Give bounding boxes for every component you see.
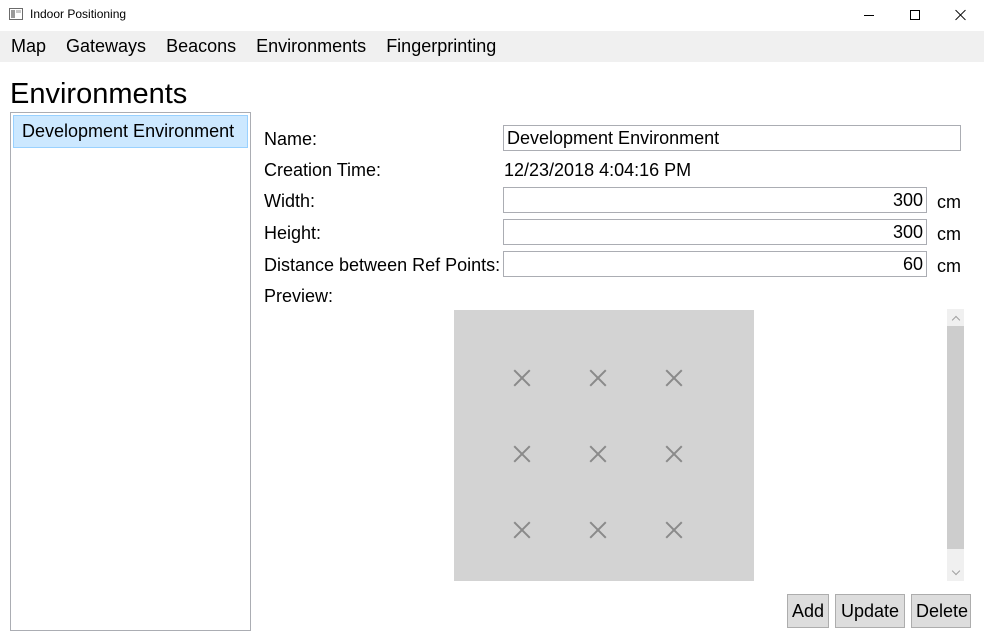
- x-mark-icon: [513, 521, 531, 539]
- scroll-thumb[interactable]: [947, 326, 964, 549]
- name-label: Name:: [264, 129, 318, 149]
- distance-label: Distance between Ref Points:: [264, 255, 501, 275]
- close-icon: [955, 9, 967, 21]
- title-bar: Indoor Positioning: [0, 0, 984, 30]
- close-button[interactable]: [938, 0, 984, 30]
- menu-bar: Map Gateways Beacons Environments Finger…: [0, 31, 984, 62]
- x-mark-icon: [589, 445, 607, 463]
- chevron-down-icon: [951, 566, 960, 575]
- x-mark-icon: [513, 369, 531, 387]
- x-mark-icon: [589, 369, 607, 387]
- creation-time-value: 12/23/2018 4:04:16 PM: [504, 160, 692, 180]
- environment-list-item[interactable]: Development Environment: [13, 115, 248, 148]
- page-title: Environments: [10, 78, 188, 110]
- window-title: Indoor Positioning: [30, 7, 127, 21]
- scroll-up-button[interactable]: [947, 309, 964, 326]
- x-mark-icon: [589, 521, 607, 539]
- distance-input[interactable]: 60: [503, 251, 927, 277]
- x-mark-icon: [513, 445, 531, 463]
- minimize-button[interactable]: [846, 0, 892, 30]
- height-label: Height:: [264, 223, 322, 243]
- maximize-button[interactable]: [892, 0, 938, 30]
- update-button[interactable]: Update: [835, 594, 905, 628]
- app-window-icon: [9, 8, 23, 20]
- menu-item-gateways[interactable]: Gateways: [59, 31, 153, 62]
- scroll-down-button[interactable]: [947, 564, 964, 581]
- environment-preview: [454, 310, 754, 581]
- preview-label: Preview:: [264, 286, 334, 306]
- creation-time-label: Creation Time:: [264, 160, 382, 180]
- maximize-icon: [910, 10, 920, 20]
- width-label: Width:: [264, 191, 316, 211]
- chevron-up-icon: [951, 315, 960, 324]
- menu-item-map[interactable]: Map: [4, 31, 53, 62]
- menu-item-fingerprinting[interactable]: Fingerprinting: [379, 31, 503, 62]
- distance-unit: cm: [937, 256, 961, 276]
- menu-item-beacons[interactable]: Beacons: [159, 31, 243, 62]
- preview-scrollbar[interactable]: [947, 309, 964, 581]
- menu-item-environments[interactable]: Environments: [249, 31, 373, 62]
- add-button[interactable]: Add: [787, 594, 829, 628]
- delete-button[interactable]: Delete: [911, 594, 971, 628]
- minimize-icon: [864, 14, 874, 16]
- environment-list[interactable]: Development Environment: [10, 112, 251, 631]
- name-input[interactable]: Development Environment: [503, 125, 961, 151]
- width-input[interactable]: 300: [503, 187, 927, 213]
- x-mark-icon: [665, 445, 683, 463]
- width-unit: cm: [937, 192, 961, 212]
- height-input[interactable]: 300: [503, 219, 927, 245]
- height-unit: cm: [937, 224, 961, 244]
- x-mark-icon: [665, 521, 683, 539]
- x-mark-icon: [665, 369, 683, 387]
